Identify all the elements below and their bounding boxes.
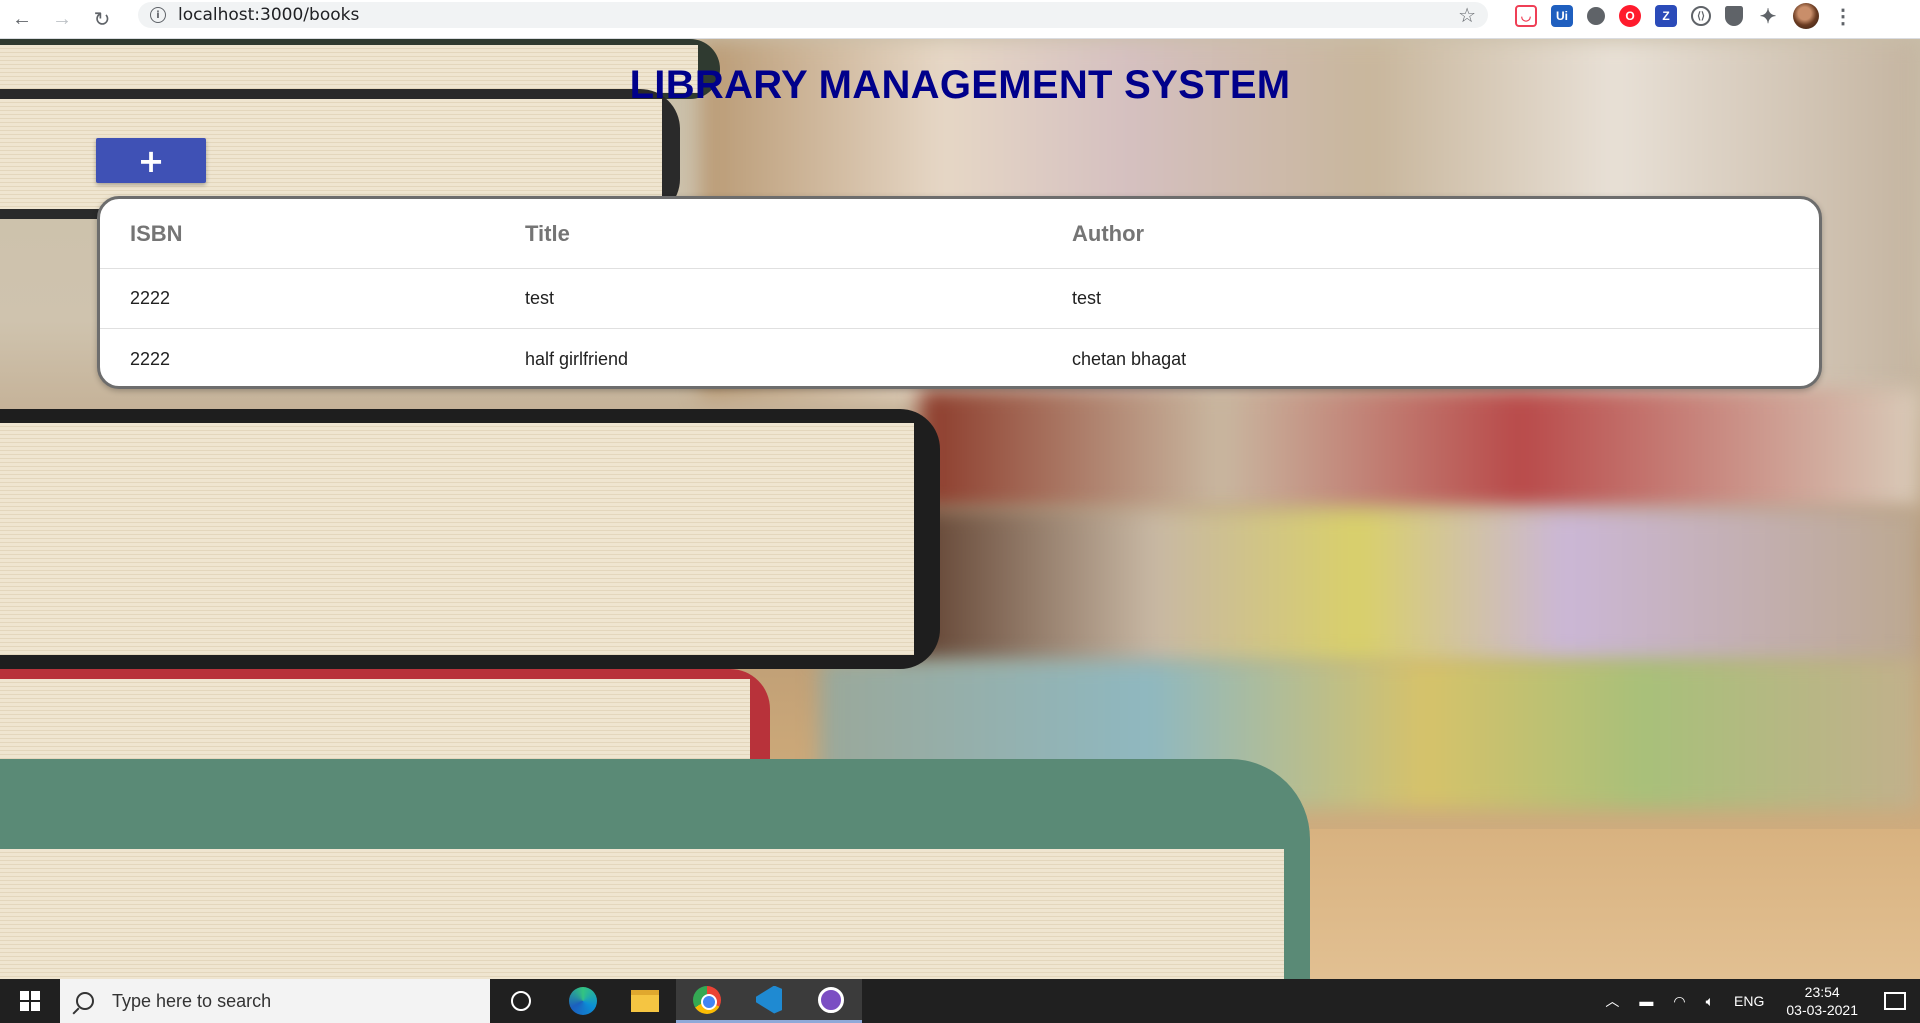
clock-time: 23:54 [1804, 984, 1840, 1000]
browser-menu-icon[interactable]: ⋮ [1833, 4, 1853, 29]
book-green [0, 759, 1310, 979]
task-view-icon [511, 991, 531, 1011]
bookshelf-blur-red [920, 389, 1920, 509]
column-header-isbn[interactable]: ISBN [130, 221, 183, 247]
opera-extension-icon[interactable]: O [1619, 5, 1641, 27]
column-header-author[interactable]: Author [1072, 221, 1144, 247]
book-black-large [0, 409, 940, 669]
battery-icon[interactable]: ▬ [1639, 993, 1653, 1009]
windows-taskbar: Type here to search ︿ ▬ ◠ 🔈︎ ENG 23:54 0… [0, 979, 1920, 1023]
forward-icon[interactable]: → [44, 4, 80, 34]
taskbar-edge[interactable] [552, 979, 614, 1023]
page-background [0, 39, 1920, 979]
back-icon[interactable]: ← [4, 4, 40, 34]
edge-icon [569, 987, 597, 1015]
wifi-icon[interactable]: ◠ [1673, 993, 1685, 1010]
clock[interactable]: 23:54 03-03-2021 [1786, 983, 1858, 1019]
bookshelf-blur-middle [900, 509, 1920, 669]
url-text[interactable]: localhost:3000/books [178, 5, 359, 25]
volume-icon[interactable]: 🔈︎ [1706, 993, 1714, 1010]
language-indicator[interactable]: ENG [1734, 993, 1764, 1009]
circle-extension-icon[interactable] [1587, 7, 1605, 25]
books-table: ISBN Title Author 2222 test test 2222 ha… [97, 196, 1822, 389]
taskbar-vscode[interactable] [738, 979, 800, 1023]
chevron-up-icon[interactable]: ︿ [1605, 991, 1619, 1011]
taskbar-chrome[interactable] [676, 979, 738, 1023]
start-button[interactable] [0, 979, 60, 1023]
taskbar-github-desktop[interactable] [800, 979, 862, 1023]
profile-avatar[interactable] [1793, 3, 1819, 29]
table-row[interactable]: 2222 test test [100, 269, 1819, 329]
extensions-bar: ◡ Ui O Z ⟨⟩ ✦ ⋮ [1515, 3, 1853, 29]
column-header-title[interactable]: Title [525, 221, 570, 247]
github-icon [818, 986, 844, 1013]
cell-isbn: 2222 [130, 348, 171, 369]
code-extension-icon[interactable]: ⟨⟩ [1691, 6, 1711, 26]
vscode-icon [756, 985, 782, 1014]
task-view-button[interactable] [490, 979, 552, 1023]
uipath-extension-icon[interactable]: Ui [1551, 5, 1573, 27]
windows-logo-icon [20, 991, 40, 1011]
taskbar-search-box[interactable]: Type here to search [60, 979, 490, 1023]
shield-extension-icon[interactable] [1725, 6, 1743, 26]
clock-date: 03-03-2021 [1786, 1002, 1858, 1018]
chrome-icon [693, 985, 721, 1014]
notification-center-icon[interactable] [1884, 992, 1906, 1010]
table-header-row: ISBN Title Author [100, 199, 1819, 269]
z-extension-icon[interactable]: Z [1655, 5, 1677, 27]
add-book-button[interactable]: + [96, 138, 206, 183]
search-placeholder: Type here to search [112, 990, 272, 1011]
taskbar-file-explorer[interactable] [614, 979, 676, 1023]
site-info-icon[interactable]: i [150, 7, 166, 23]
system-tray: ︿ ▬ ◠ 🔈︎ ENG 23:54 03-03-2021 [1595, 979, 1920, 1023]
pocket-extension-icon[interactable]: ◡ [1515, 5, 1537, 27]
table-row[interactable]: 2222 half girlfriend chetan bhagat [100, 329, 1819, 386]
browser-toolbar: ← → ↻ i localhost:3000/books ☆ ◡ Ui O Z … [0, 0, 1920, 39]
address-bar[interactable]: i localhost:3000/books ☆ [138, 2, 1488, 28]
reload-icon[interactable]: ↻ [84, 4, 120, 34]
folder-icon [631, 990, 659, 1012]
cell-isbn: 2222 [130, 288, 171, 308]
search-icon [76, 992, 94, 1010]
page-title: LIBRARY MANAGEMENT SYSTEM [629, 63, 1291, 107]
cell-author: chetan bhagat [1072, 348, 1187, 369]
cell-title: test [525, 288, 555, 308]
bookmark-star-icon[interactable]: ☆ [1458, 3, 1476, 28]
cell-title: half girlfriend [525, 348, 629, 369]
extensions-puzzle-icon[interactable]: ✦ [1757, 5, 1779, 28]
cell-author: test [1072, 288, 1102, 308]
